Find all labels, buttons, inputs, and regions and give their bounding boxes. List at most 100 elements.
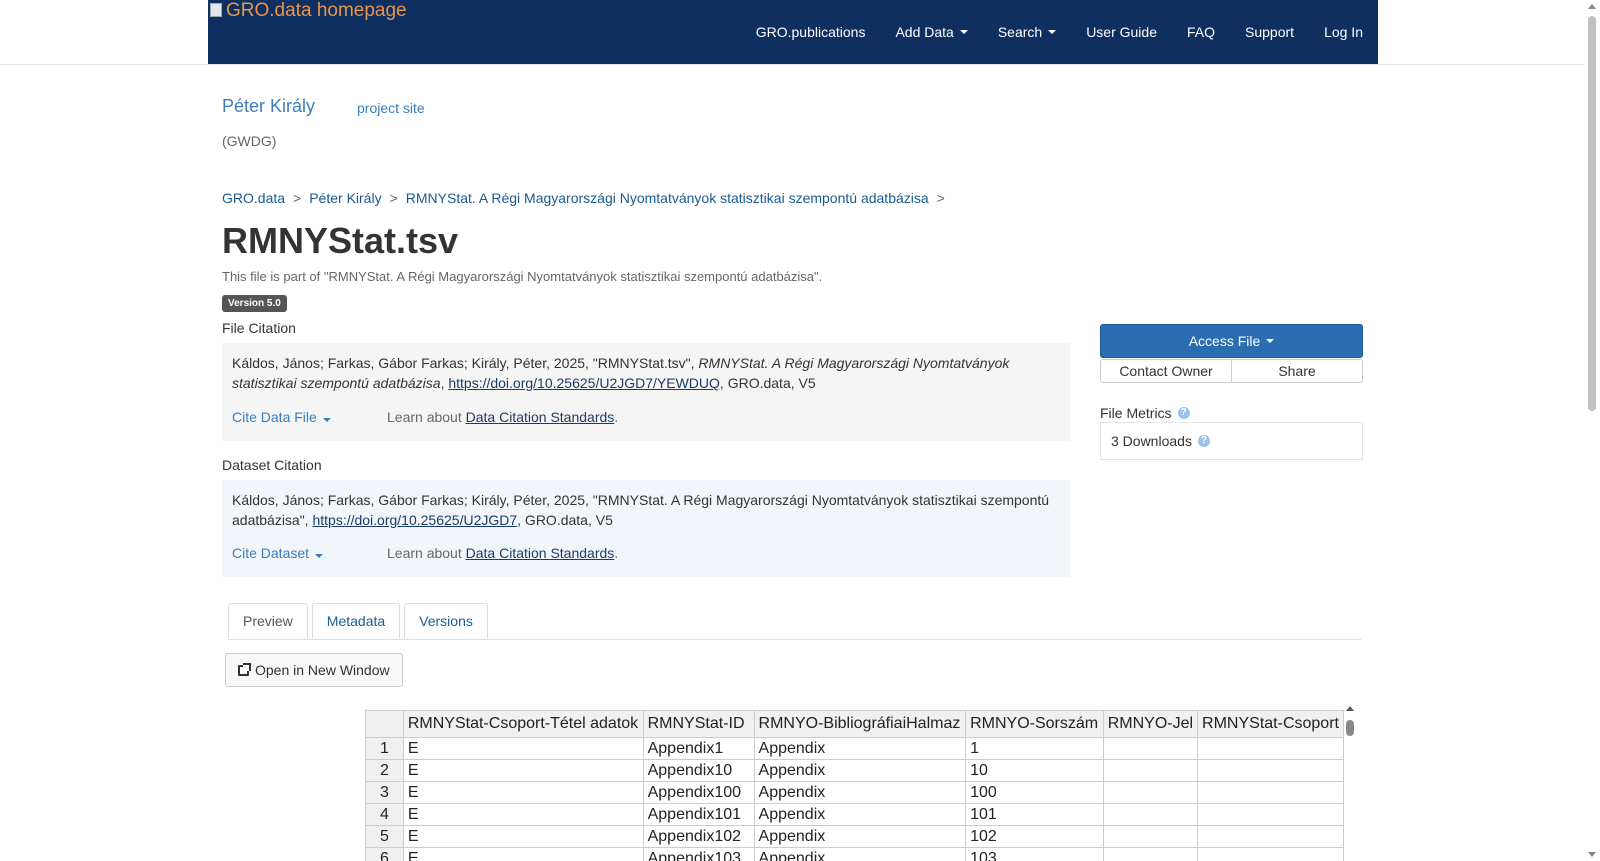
table-cell[interactable]: E	[402, 737, 644, 760]
open-new-window-button[interactable]: Open in New Window	[225, 653, 403, 687]
table-cell[interactable]: Appendix101	[642, 803, 755, 826]
column-header[interactable]: RMNYO-Jel	[1102, 710, 1199, 738]
table-cell[interactable]: Appendix10	[642, 759, 755, 782]
table-cell[interactable]: E	[402, 803, 644, 826]
broken-image-icon	[210, 3, 222, 17]
nav-support[interactable]: Support	[1230, 24, 1309, 40]
nav-add-data[interactable]: Add Data	[880, 24, 982, 40]
scroll-thumb[interactable]	[1588, 16, 1596, 411]
table-cell[interactable]: E	[402, 781, 644, 804]
table-cell[interactable]	[1102, 759, 1199, 782]
table-cell[interactable]: Appendix103	[642, 847, 755, 861]
table-row: 2 E Appendix10 Appendix 10	[365, 759, 1344, 782]
table-cell[interactable]	[1197, 825, 1344, 848]
chevron-down-icon	[1048, 30, 1057, 34]
top-bar: GRO.data homepage GRO.publications Add Da…	[0, 0, 1584, 65]
scroll-up-icon[interactable]	[1588, 4, 1596, 9]
table-cell[interactable]	[1102, 825, 1199, 848]
column-header[interactable]: RMNYStat-Csoport	[1197, 710, 1344, 738]
share-button[interactable]: Share	[1232, 359, 1363, 383]
table-cell[interactable]: 100	[965, 781, 1104, 804]
grid-scrollbar[interactable]	[1345, 706, 1355, 861]
nav-search[interactable]: Search	[983, 24, 1071, 40]
column-header[interactable]: RMNYO-Sorszám	[965, 710, 1104, 738]
dataset-doi-link[interactable]: https://doi.org/10.25625/U2JGD7	[312, 512, 517, 528]
nav-faq[interactable]: FAQ	[1172, 24, 1230, 40]
tab-metadata[interactable]: Metadata	[311, 603, 401, 638]
chevron-down-icon	[959, 30, 968, 34]
table-cell[interactable]	[1197, 803, 1344, 826]
table-cell[interactable]: Appendix100	[642, 781, 755, 804]
file-doi-link[interactable]: https://doi.org/10.25625/U2JGD7/YEWDUQ	[448, 375, 720, 391]
dataverse-owner-link[interactable]: Péter Király	[222, 96, 315, 117]
file-part-of: This file is part of "RMNYStat. A Régi M…	[222, 269, 823, 284]
table-cell[interactable]	[1102, 847, 1199, 861]
cite-data-file-dropdown[interactable]: Cite Data File	[232, 409, 331, 425]
table-cell[interactable]: Appendix1	[642, 737, 755, 760]
version-badge: Version 5.0	[222, 295, 287, 312]
table-row: 6 E Appendix103 Appendix 103	[365, 847, 1344, 861]
table-cell[interactable]: E	[402, 847, 644, 861]
table-cell[interactable]: Appendix	[753, 759, 967, 782]
table-cell[interactable]	[1102, 737, 1199, 760]
scroll-thumb[interactable]	[1346, 720, 1354, 736]
breadcrumb-item[interactable]: GRO.data	[222, 190, 285, 206]
access-file-button[interactable]: Access File	[1100, 324, 1363, 358]
project-site-link[interactable]: project site	[357, 100, 425, 116]
scroll-up-icon[interactable]	[1346, 706, 1354, 711]
table-cell[interactable]	[1197, 847, 1344, 861]
table-row: 5 E Appendix102 Appendix 102	[365, 825, 1344, 848]
data-table: RMNYStat-Csoport-Tétel adatok RMNYStat-ID…	[365, 710, 1344, 861]
contact-owner-button[interactable]: Contact Owner	[1100, 359, 1232, 383]
file-metrics-label: File Metrics?	[1100, 405, 1190, 421]
table-cell[interactable]: 102	[965, 825, 1104, 848]
file-metrics-box: 3 Downloads?	[1100, 422, 1363, 460]
brand-logo-link[interactable]: GRO.data homepage	[208, 0, 407, 22]
table-cell[interactable]: 1	[965, 737, 1104, 760]
nav-gro-publications[interactable]: GRO.publications	[741, 24, 881, 40]
row-number: 2	[365, 759, 404, 782]
table-cell[interactable]: Appendix102	[642, 825, 755, 848]
cite-dataset-dropdown[interactable]: Cite Dataset	[232, 545, 324, 561]
nav-log-in[interactable]: Log In	[1309, 24, 1378, 40]
table-cell[interactable]: Appendix	[753, 825, 967, 848]
table-cell[interactable]: Appendix	[753, 781, 967, 804]
help-icon[interactable]: ?	[1177, 407, 1190, 419]
column-header[interactable]: RMNYStat-Csoport-Tétel adatok	[402, 710, 644, 738]
table-cell[interactable]	[1197, 759, 1344, 782]
tab-preview[interactable]: Preview	[228, 603, 308, 638]
table-cell[interactable]: Appendix	[753, 803, 967, 826]
table-cell[interactable]: Appendix	[753, 737, 967, 760]
table-cell[interactable]: E	[402, 825, 644, 848]
table-cell[interactable]	[1102, 803, 1199, 826]
column-header[interactable]: RMNYO-BibliográfiaiHalmaz	[753, 710, 967, 738]
breadcrumb: GRO.data > Péter Király > RMNYStat. A Régi M…	[222, 190, 953, 206]
scroll-down-icon[interactable]	[1588, 852, 1596, 857]
dataset-citation-box: Káldos, János; Farkas, Gábor Farkas; Kir…	[222, 480, 1070, 577]
table-cell[interactable]: 10	[965, 759, 1104, 782]
page-title: RMNYStat.tsv	[222, 220, 459, 261]
table-cell[interactable]	[1197, 737, 1344, 760]
table-cell[interactable]	[1197, 781, 1344, 804]
tab-versions[interactable]: Versions	[404, 603, 488, 638]
table-cell[interactable]: 103	[965, 847, 1104, 861]
table-cell[interactable]: Appendix	[753, 847, 967, 861]
owner-share-group: Contact Owner Share	[1100, 359, 1363, 383]
nav-user-guide[interactable]: User Guide	[1071, 24, 1172, 40]
table-cell[interactable]: 101	[965, 803, 1104, 826]
file-citation-box: Káldos, János; Farkas, Gábor Farkas; Kir…	[222, 343, 1070, 441]
row-number: 1	[365, 737, 404, 760]
data-citation-standards-link[interactable]: Data Citation Standards	[466, 409, 615, 425]
table-cell[interactable]: E	[402, 759, 644, 782]
breadcrumb-separator: >	[389, 190, 398, 206]
main-nav: GRO.publications Add Data Search User Guide…	[741, 0, 1378, 64]
breadcrumb-separator: >	[936, 190, 945, 206]
breadcrumb-item[interactable]: RMNYStat. A Régi Magyarországi Nyomtatvá…	[406, 190, 929, 206]
page-scrollbar[interactable]	[1584, 0, 1600, 861]
table-cell[interactable]	[1102, 781, 1199, 804]
help-icon[interactable]: ?	[1197, 435, 1210, 447]
data-citation-standards-link-2[interactable]: Data Citation Standards	[466, 545, 615, 561]
data-preview-grid: RMNYStat-Csoport-Tétel adatok RMNYStat-ID…	[365, 710, 1344, 861]
column-header[interactable]: RMNYStat-ID	[642, 710, 755, 738]
breadcrumb-item[interactable]: Péter Király	[309, 190, 381, 206]
